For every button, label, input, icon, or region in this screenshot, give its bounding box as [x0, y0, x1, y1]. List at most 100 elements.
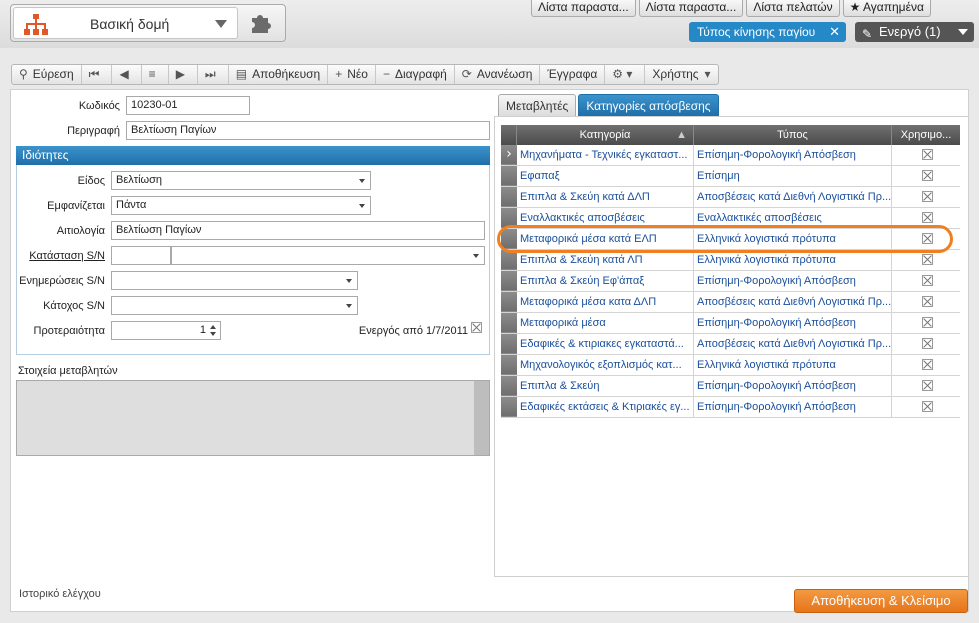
- cell-type[interactable]: Επίσημη-Φορολογική Απόσβεση: [694, 376, 892, 396]
- display-select[interactable]: Πάντα: [111, 196, 371, 215]
- row-selector[interactable]: [501, 355, 517, 375]
- module-selector-inner[interactable]: Βασική δομή: [13, 7, 238, 39]
- next-record-button[interactable]: ▶: [169, 65, 198, 84]
- cell-category[interactable]: Επιπλα & Σκεύη κατά ΔΛΠ: [517, 187, 694, 207]
- cell-type[interactable]: Επίσημη: [694, 166, 892, 186]
- cell-category[interactable]: Μηχανήματα - Τεχνικές εγκαταστ...: [517, 145, 694, 165]
- used-checkbox[interactable]: [922, 212, 933, 223]
- cell-category[interactable]: Επιπλα & Σκεύη κατά ΛΠ: [517, 250, 694, 270]
- table-row[interactable]: Εδαφικές εκτάσεις & Κτιριακές εγ... Επίση…: [501, 397, 960, 418]
- used-checkbox[interactable]: [922, 191, 933, 202]
- table-row[interactable]: Εδαφικές & κτιριακες εγκαταστά... Αποσβέσ…: [501, 334, 960, 355]
- last-record-button[interactable]: ⏭: [198, 65, 229, 84]
- used-checkbox[interactable]: [922, 275, 933, 286]
- used-checkbox[interactable]: [922, 254, 933, 265]
- sn-holder-select[interactable]: [111, 296, 358, 315]
- cell-type[interactable]: Επίσημη-Φορολογική Απόσβεση: [694, 313, 892, 333]
- column-header-used[interactable]: Χρησιμο...: [892, 125, 960, 145]
- puzzle-icon[interactable]: [249, 12, 273, 34]
- column-header-type[interactable]: Τύπος: [694, 125, 892, 145]
- module-selector[interactable]: Βασική δομή: [10, 4, 286, 42]
- filter-chip[interactable]: Τύπος κίνησης παγίου ✕: [689, 22, 846, 42]
- cell-type[interactable]: Ελληνικά λογιστικά πρότυπα: [694, 250, 892, 270]
- sn-updates-select[interactable]: [111, 271, 358, 290]
- cell-category[interactable]: Επιπλα & Σκεύη Εφ'άπαξ: [517, 271, 694, 291]
- tab-depreciation-categories[interactable]: Κατηγορίες απόσβεσης: [578, 94, 719, 116]
- variables-textarea[interactable]: [16, 380, 490, 456]
- table-row[interactable]: Μηχανολογικός εξοπλισμός κατ... Ελληνικά …: [501, 355, 960, 376]
- row-selector[interactable]: [501, 292, 517, 312]
- cell-category[interactable]: Εδαφικές εκτάσεις & Κτιριακές εγ...: [517, 397, 694, 417]
- table-row[interactable]: Επιπλα & Σκεύη Εφ'άπαξ Επίσημη-Φορολογική…: [501, 271, 960, 292]
- favorites-tab[interactable]: ★ Αγαπημένα: [842, 0, 931, 17]
- search-button[interactable]: ⚲ Εύρεση: [12, 65, 82, 84]
- table-row[interactable]: Εφαπαξ Επίσημη: [501, 166, 960, 187]
- open-tab[interactable]: Λίστα πελατών: [746, 0, 840, 17]
- table-row[interactable]: Επιπλα & Σκεύη Επίσημη-Φορολογική Απόσβεσ…: [501, 376, 960, 397]
- save-button[interactable]: ▤ Αποθήκευση: [229, 65, 329, 84]
- row-selector[interactable]: [501, 334, 517, 354]
- row-selector[interactable]: [501, 376, 517, 396]
- list-button[interactable]: ≡: [142, 65, 169, 84]
- settings-button[interactable]: ⚙ ▾: [605, 65, 646, 84]
- cell-type[interactable]: Επίσημη-Φορολογική Απόσβεση: [694, 271, 892, 291]
- cell-category[interactable]: Εδαφικές & κτιριακες εγκαταστά...: [517, 334, 694, 354]
- chevron-down-icon[interactable]: [215, 20, 227, 28]
- reason-field[interactable]: Βελτίωση Παγίων: [111, 221, 485, 240]
- tab-variables[interactable]: Μεταβλητές: [498, 94, 577, 116]
- previous-record-button[interactable]: ◀: [112, 65, 142, 84]
- cell-type[interactable]: Επίσημη-Φορολογική Απόσβεση: [694, 397, 892, 417]
- cell-category[interactable]: Επιπλα & Σκεύη: [517, 376, 694, 396]
- cell-category[interactable]: Μηχανολογικός εξοπλισμός κατ...: [517, 355, 694, 375]
- used-checkbox[interactable]: [922, 317, 933, 328]
- cell-type[interactable]: Αποσβέσεις κατά Διεθνή Λογιστικά Πρ...: [694, 187, 892, 207]
- used-checkbox[interactable]: [922, 359, 933, 370]
- row-selector[interactable]: [501, 250, 517, 270]
- open-tab[interactable]: Λίστα παραστα...: [638, 0, 744, 17]
- used-checkbox[interactable]: [922, 338, 933, 349]
- used-checkbox[interactable]: [922, 170, 933, 181]
- row-selector[interactable]: ›: [501, 145, 517, 165]
- column-header-category[interactable]: Κατηγορία ▲: [517, 125, 694, 145]
- table-row[interactable]: Μεταφορικά μέσα κατα ΔΛΠ Αποσβέσεις κατά …: [501, 292, 960, 313]
- table-row[interactable]: Επιπλα & Σκεύη κατά ΔΛΠ Αποσβέσεις κατά Δ…: [501, 187, 960, 208]
- row-selector[interactable]: [501, 187, 517, 207]
- cell-category[interactable]: Μεταφορικά μέσα: [517, 313, 694, 333]
- type-select[interactable]: Βελτίωση: [111, 171, 371, 190]
- first-record-button[interactable]: ⏮: [82, 65, 113, 84]
- stepper-arrows-icon[interactable]: [210, 323, 218, 339]
- cell-type[interactable]: Αποσβέσεις κατά Διεθνή Λογιστικά Πρ...: [694, 292, 892, 312]
- row-selector[interactable]: [501, 166, 517, 186]
- row-selector[interactable]: [501, 313, 517, 333]
- used-checkbox[interactable]: [922, 380, 933, 391]
- sn-status-link[interactable]: Κατάσταση S/N: [20, 250, 105, 262]
- cell-type[interactable]: Ελληνικά λογιστικά πρότυπα: [694, 355, 892, 375]
- used-checkbox[interactable]: [922, 401, 933, 412]
- active-from-checkbox[interactable]: [471, 322, 482, 333]
- user-button[interactable]: Χρήστης ▾: [645, 65, 717, 84]
- priority-stepper[interactable]: 1: [111, 321, 221, 340]
- open-tab[interactable]: Λίστα παραστα...: [531, 0, 636, 17]
- audit-history-link[interactable]: Ιστορικό ελέγχου: [19, 588, 101, 600]
- row-selector[interactable]: [501, 271, 517, 291]
- documents-button[interactable]: Έγγραφα: [540, 65, 606, 84]
- row-selector[interactable]: [501, 397, 517, 417]
- refresh-button[interactable]: ⟳ Ανανέωση: [455, 65, 541, 84]
- description-field[interactable]: Βελτίωση Παγίων: [126, 121, 490, 140]
- cell-type[interactable]: Επίσημη-Φορολογική Απόσβεση: [694, 145, 892, 165]
- code-field[interactable]: 10230-01: [126, 96, 250, 115]
- table-row[interactable]: Μεταφορικά μέσα Επίσημη-Φορολογική Απόσβε…: [501, 313, 960, 334]
- scrollbar[interactable]: [474, 381, 489, 455]
- sn-status-code[interactable]: [111, 246, 171, 265]
- new-button[interactable]: + Νέο: [328, 65, 376, 84]
- delete-button[interactable]: − Διαγραφή: [376, 65, 455, 84]
- save-and-close-button[interactable]: Αποθήκευση & Κλείσιμο: [794, 589, 968, 613]
- cell-type[interactable]: Αποσβέσεις κατά Διεθνή Λογιστικά Πρ...: [694, 334, 892, 354]
- table-row[interactable]: › Μηχανήματα - Τεχνικές εγκαταστ... Επίσημ…: [501, 145, 960, 166]
- sn-status-select[interactable]: [171, 246, 485, 265]
- cell-category[interactable]: Εφαπαξ: [517, 166, 694, 186]
- used-checkbox[interactable]: [922, 296, 933, 307]
- cell-category[interactable]: Μεταφορικά μέσα κατα ΔΛΠ: [517, 292, 694, 312]
- used-checkbox[interactable]: [922, 149, 933, 160]
- close-icon[interactable]: ✕: [829, 22, 840, 42]
